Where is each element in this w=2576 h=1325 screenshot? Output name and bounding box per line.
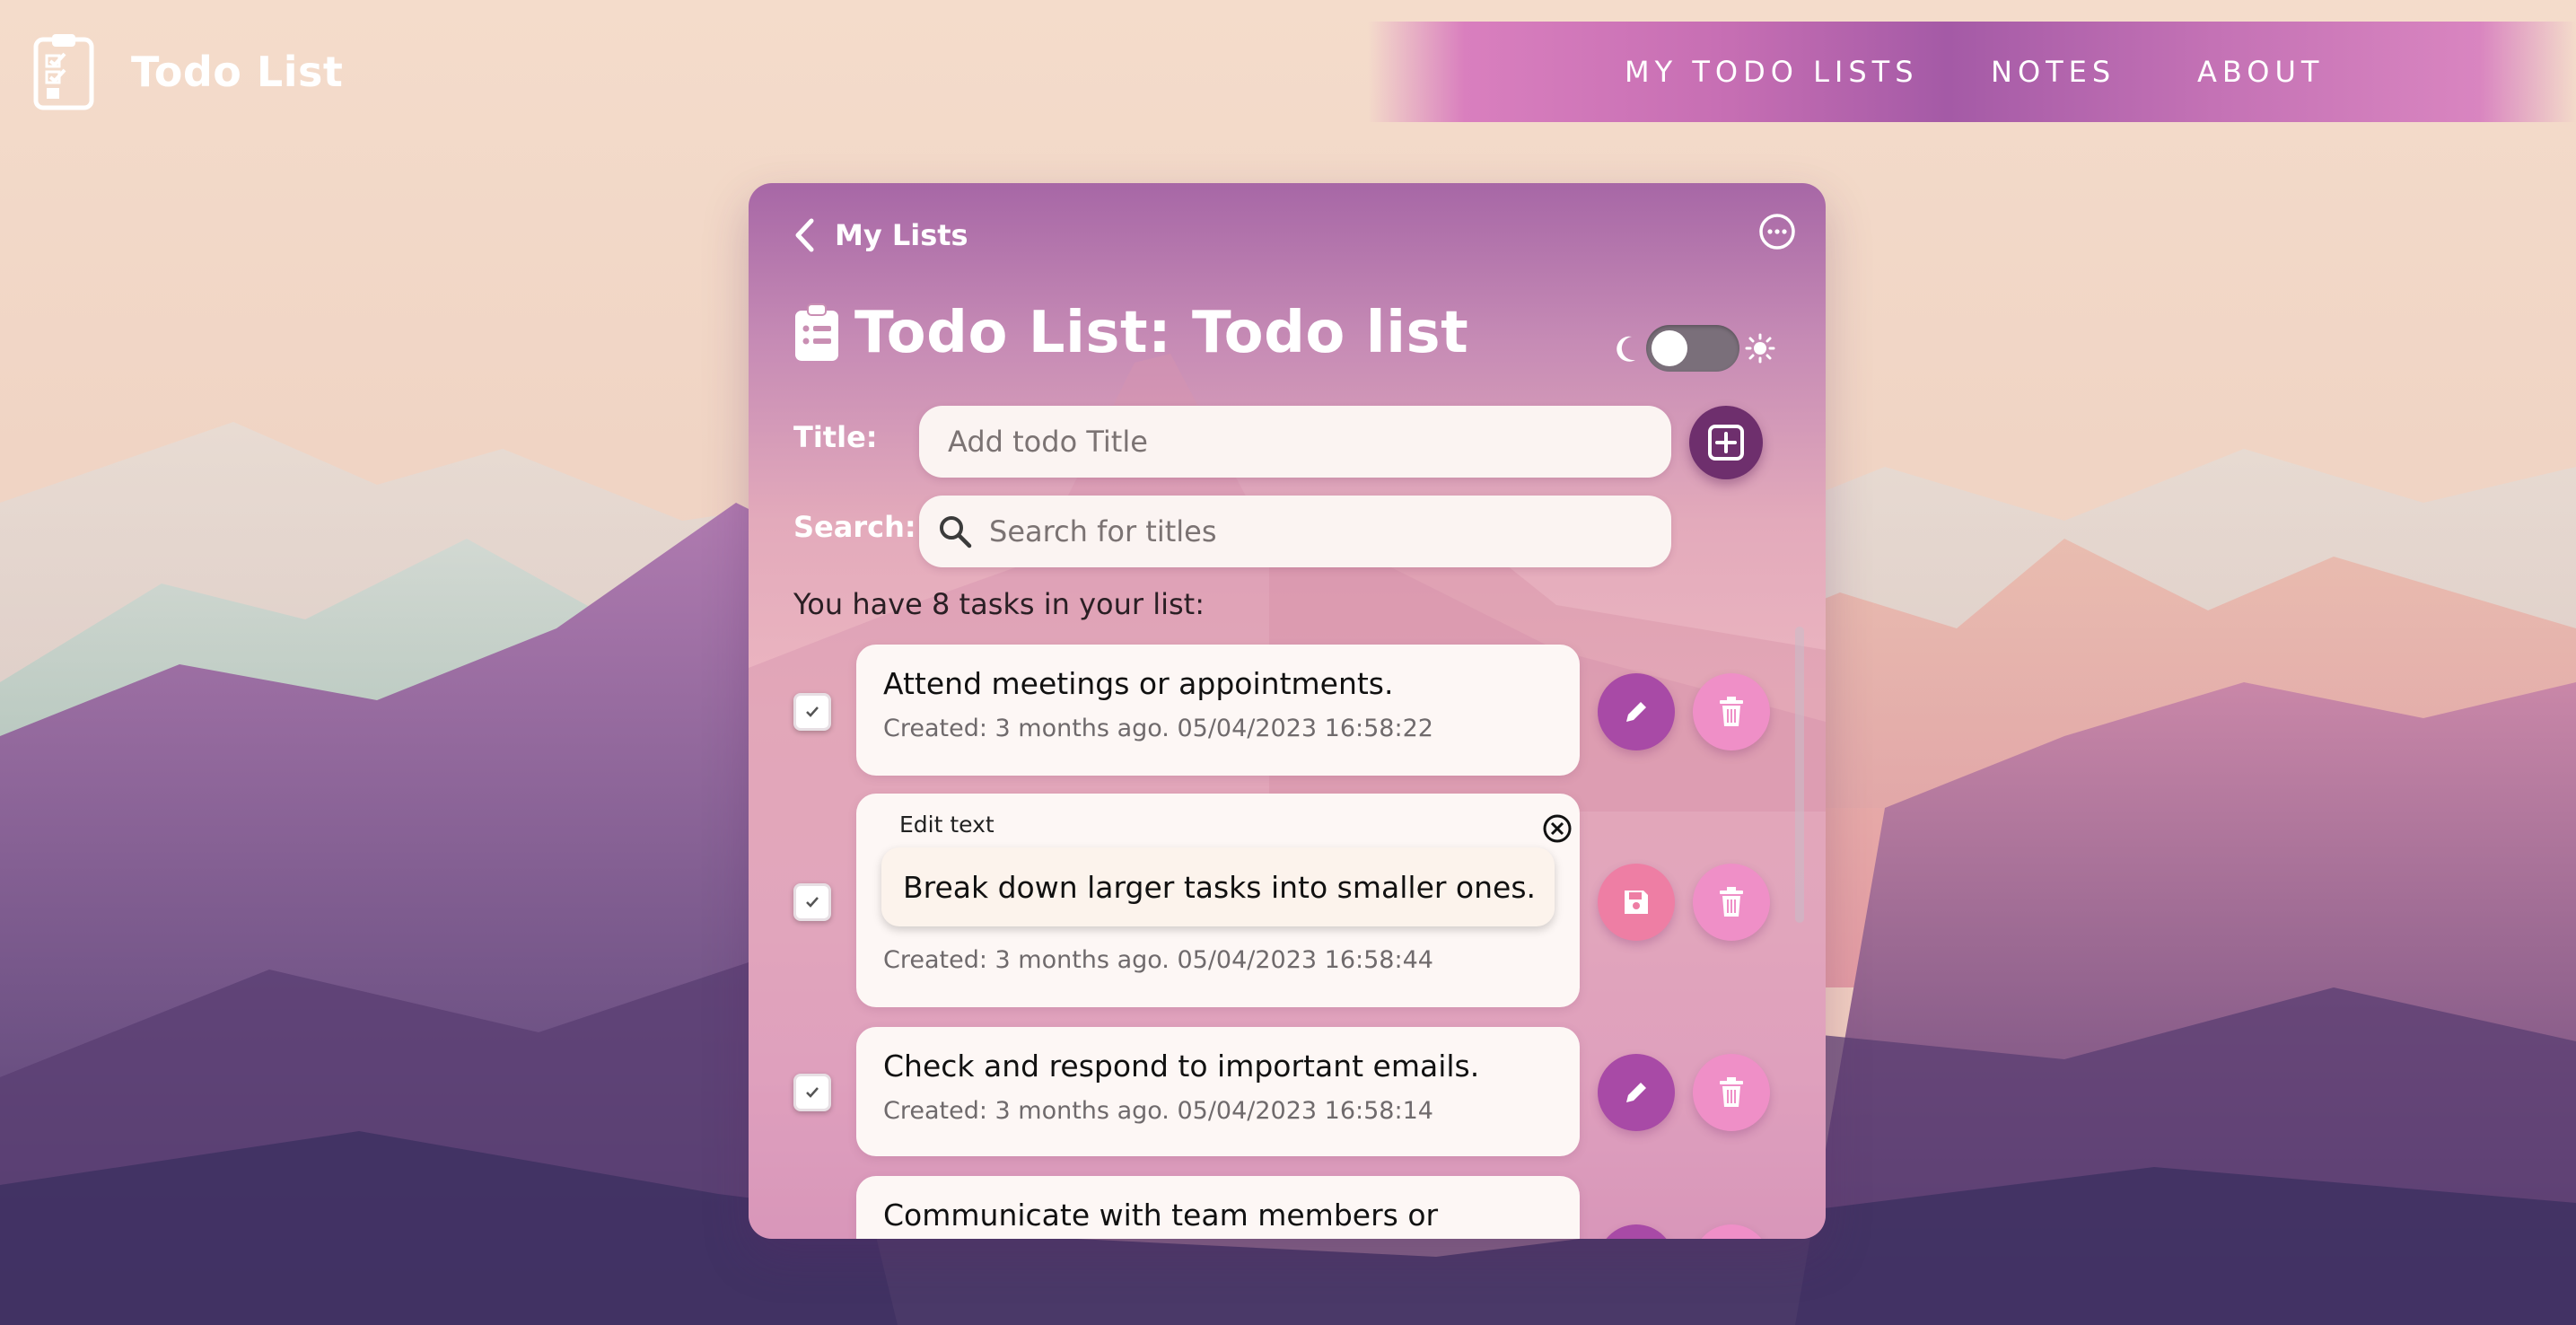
title-field-wrapper (919, 406, 1671, 478)
nav-notes[interactable]: NOTES (1991, 22, 2116, 122)
nav-about[interactable]: ABOUT (2197, 22, 2324, 122)
trash-icon (1720, 887, 1743, 917)
edit-text-label: Edit text (899, 812, 994, 838)
close-circle-icon[interactable] (1542, 813, 1573, 844)
theme-switch[interactable] (1646, 325, 1739, 372)
pencil-icon (1626, 1083, 1646, 1102)
search-input[interactable] (987, 513, 1671, 549)
save-task-button[interactable] (1598, 864, 1675, 941)
task-checkbox[interactable] (793, 693, 831, 731)
switch-knob (1652, 330, 1687, 366)
sun-icon (1745, 333, 1775, 364)
task-count-text: You have 8 tasks in your list: (793, 587, 1205, 621)
brand[interactable]: Todo List (32, 32, 343, 111)
task-created: Created: 3 months ago. 05/04/2023 16:58:… (883, 715, 1433, 742)
search-field-wrapper (919, 496, 1671, 567)
nav-my-todo-lists[interactable]: MY TODO LISTS (1625, 22, 1919, 122)
save-icon (1625, 891, 1648, 914)
back-label: My Lists (835, 218, 968, 252)
task-text: Communicate with team members or (883, 1198, 1439, 1233)
task-checkbox[interactable] (793, 1074, 831, 1111)
task-item-editing: Edit text Created: 3 months ago. 05/04/2… (856, 794, 1580, 1007)
task-item[interactable]: Attend meetings or appointments. Created… (856, 645, 1580, 776)
clipboard-check-icon (33, 34, 94, 110)
plus-square-icon (1708, 425, 1744, 461)
check-icon (806, 706, 819, 717)
delete-task-button[interactable] (1693, 864, 1770, 941)
task-created: Created: 3 months ago. 05/04/2023 16:58:… (883, 946, 1433, 974)
task-list-scrollbar[interactable] (1795, 627, 1804, 923)
add-todo-button[interactable] (1689, 406, 1763, 479)
trash-icon (1720, 697, 1743, 726)
task-item[interactable]: Check and respond to important emails. C… (856, 1027, 1580, 1156)
theme-toggle (1612, 325, 1775, 372)
more-horizontal-icon[interactable] (1757, 212, 1797, 251)
task-created: Created: 3 months ago. 05/04/2023 16:58:… (883, 1097, 1433, 1125)
edit-task-button[interactable] (1598, 673, 1675, 750)
todo-list-card: My Lists Todo List: Todo list Title: Add… (749, 183, 1826, 1239)
clipboard-list-icon (795, 303, 838, 361)
trash-icon (1720, 1077, 1743, 1107)
task-text: Attend meetings or appointments. (883, 666, 1394, 701)
list-heading: Todo List: Todo list (793, 300, 1468, 366)
title-label: Title: (793, 420, 878, 454)
task-text: Check and respond to important emails. (883, 1049, 1480, 1084)
search-label: Search: (793, 510, 916, 544)
edit-task-button[interactable] (1598, 1054, 1675, 1131)
edit-text-input[interactable] (901, 868, 1555, 906)
delete-task-button[interactable] (1693, 673, 1770, 750)
app-title: Todo List (131, 48, 344, 96)
check-icon (806, 897, 819, 908)
search-icon (940, 516, 972, 548)
check-icon (806, 1087, 819, 1098)
task-checkbox[interactable] (793, 883, 831, 921)
task-item[interactable]: Communicate with team members or (856, 1176, 1580, 1239)
chevron-left-icon (795, 218, 814, 252)
pencil-icon (1626, 702, 1646, 722)
title-input[interactable] (946, 424, 1671, 460)
page-title: Todo List: Todo list (854, 300, 1469, 366)
back-to-my-lists-link[interactable]: My Lists (793, 217, 968, 253)
moon-icon (1617, 336, 1635, 362)
top-navigation: MY TODO LISTS NOTES ABOUT (1368, 22, 2576, 122)
delete-task-button[interactable] (1693, 1054, 1770, 1131)
edit-text-field-wrapper (881, 847, 1555, 926)
